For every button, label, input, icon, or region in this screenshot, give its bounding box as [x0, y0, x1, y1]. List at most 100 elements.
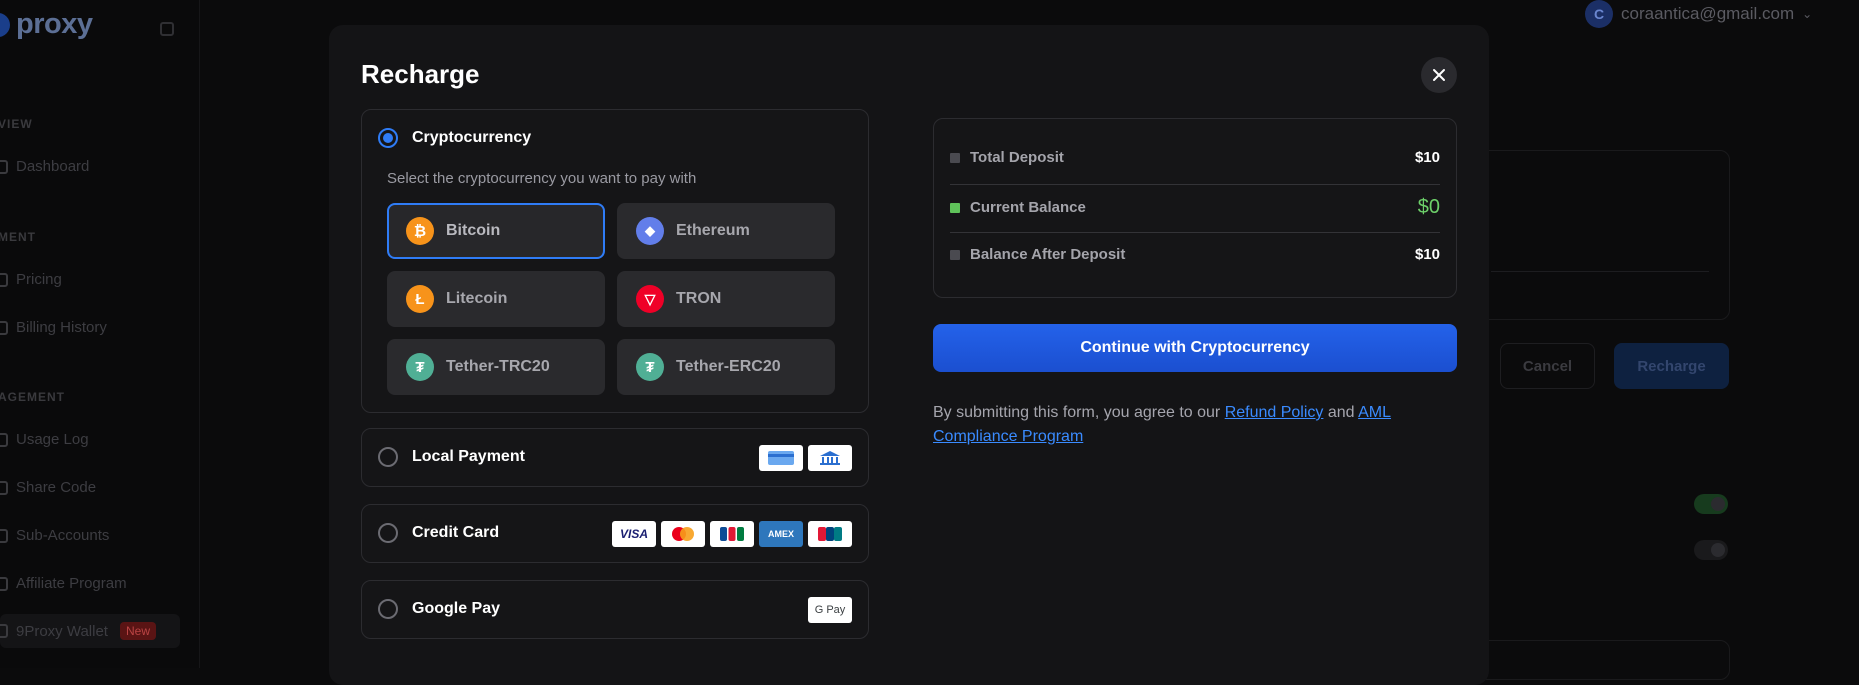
summary-row-balance-after: Balance After Deposit $10: [950, 246, 1440, 263]
total-deposit-label: Total Deposit: [970, 149, 1064, 166]
litecoin-icon: Ł: [406, 285, 434, 313]
recharge-modal: Recharge Cryptocurrency Select the crypt…: [329, 25, 1489, 685]
sidebar-section-overview: VIEW: [0, 117, 33, 131]
sidebar-item-affiliate-program[interactable]: Affiliate Program: [0, 575, 127, 592]
close-icon: [1432, 68, 1446, 82]
background-recharge-button[interactable]: Recharge: [1614, 343, 1729, 389]
card-brand-badges: VISA AMEX: [612, 521, 852, 547]
usage-log-icon: [0, 433, 8, 447]
total-deposit-value: $10: [1415, 149, 1440, 166]
mastercard-icon: [661, 521, 705, 547]
sidebar-item-label: Billing History: [16, 319, 107, 336]
divider: [950, 184, 1440, 185]
background-cancel-button[interactable]: Cancel: [1500, 343, 1595, 389]
summary-row-current-balance: Current Balance $0: [950, 196, 1440, 219]
payment-method-google-pay[interactable]: Google Pay G Pay: [361, 580, 869, 639]
wallet-icon: [0, 624, 8, 638]
local-payment-badges: [759, 445, 852, 471]
background-panel-bottom: [1470, 640, 1730, 680]
tron-icon: ▽: [636, 285, 664, 313]
coin-name: Bitcoin: [446, 222, 500, 240]
terms-and: and: [1323, 404, 1358, 421]
sidebar-item-label: 9Proxy Wallet: [16, 623, 108, 640]
logo-text: proxy: [16, 8, 92, 41]
modal-title: Recharge: [361, 59, 480, 90]
dashboard-icon: [0, 160, 8, 174]
sidebar-item-label: Dashboard: [16, 158, 89, 175]
sidebar-item-label: Pricing: [16, 271, 62, 288]
ethereum-icon: ◆: [636, 217, 664, 245]
sidebar-item-wallet[interactable]: 9Proxy Wallet New: [0, 614, 180, 648]
balance-after-label: Balance After Deposit: [970, 246, 1125, 263]
balance-after-value: $10: [1415, 246, 1440, 263]
payment-method-credit-card[interactable]: Credit Card VISA AMEX: [361, 504, 869, 563]
google-pay-badges: G Pay: [808, 597, 852, 623]
sidebar-item-label: Affiliate Program: [16, 575, 127, 592]
affiliate-icon: [0, 577, 8, 591]
crypto-label: Cryptocurrency: [412, 129, 531, 147]
sidebar: proxy VIEW Dashboard MENT Pricing Billin…: [0, 0, 200, 668]
coin-option-tether-trc20[interactable]: ₮ Tether-TRC20: [387, 339, 605, 395]
summary-row-total-deposit: Total Deposit $10: [950, 149, 1440, 166]
user-menu[interactable]: C coraantica@gmail.com ⌄: [1585, 0, 1812, 28]
logo-mark-icon: [0, 13, 10, 37]
sidebar-section-management: AGEMENT: [0, 390, 65, 404]
background-toggle-off[interactable]: [1694, 540, 1728, 560]
coin-name: TRON: [676, 290, 721, 308]
terms-text: By submitting this form, you agree to ou…: [933, 401, 1457, 449]
payment-method-crypto[interactable]: Cryptocurrency Select the cryptocurrency…: [361, 109, 869, 413]
visa-icon: VISA: [612, 521, 656, 547]
grey-square-icon: [950, 153, 960, 163]
avatar: C: [1585, 0, 1613, 28]
deposit-summary: Total Deposit $10 Current Balance $0 Bal…: [933, 118, 1457, 298]
sidebar-item-dashboard[interactable]: Dashboard: [0, 158, 89, 175]
bitcoin-icon: ₿: [406, 217, 434, 245]
green-square-icon: [950, 203, 960, 213]
credit-card-label: Credit Card: [412, 524, 499, 542]
google-pay-radio[interactable]: [378, 599, 398, 619]
coin-name: Litecoin: [446, 290, 507, 308]
unionpay-icon: [808, 521, 852, 547]
pricing-icon: [0, 273, 8, 287]
coin-name: Ethereum: [676, 222, 750, 240]
crypto-radio[interactable]: [378, 128, 398, 148]
sidebar-item-usage-log[interactable]: Usage Log: [0, 431, 89, 448]
local-payment-radio[interactable]: [378, 447, 398, 467]
coin-option-litecoin[interactable]: Ł Litecoin: [387, 271, 605, 327]
sidebar-item-billing-history[interactable]: Billing History: [0, 319, 107, 336]
current-balance-value: $0: [1418, 196, 1440, 219]
user-email: coraantica@gmail.com: [1621, 4, 1794, 24]
background-panel: [1470, 150, 1730, 320]
divider: [950, 232, 1440, 233]
continue-button[interactable]: Continue with Cryptocurrency: [933, 324, 1457, 372]
crypto-subtitle: Select the cryptocurrency you want to pa…: [387, 170, 696, 187]
chevron-down-icon: ⌄: [1802, 7, 1812, 21]
billing-icon: [0, 321, 8, 335]
coin-option-bitcoin[interactable]: ₿ Bitcoin: [387, 203, 605, 259]
payment-method-local[interactable]: Local Payment: [361, 428, 869, 487]
sidebar-item-pricing[interactable]: Pricing: [0, 271, 62, 288]
jcb-icon: [710, 521, 754, 547]
grey-square-icon: [950, 250, 960, 260]
sidebar-item-label: Share Code: [16, 479, 96, 496]
amex-icon: AMEX: [759, 521, 803, 547]
background-toggle-on[interactable]: [1694, 494, 1728, 514]
refund-policy-link[interactable]: Refund Policy: [1225, 404, 1324, 421]
tether-icon: ₮: [406, 353, 434, 381]
google-pay-label: Google Pay: [412, 600, 500, 618]
coin-option-tron[interactable]: ▽ TRON: [617, 271, 835, 327]
sub-accounts-icon: [0, 529, 8, 543]
local-payment-label: Local Payment: [412, 448, 525, 466]
credit-card-radio[interactable]: [378, 523, 398, 543]
logo: proxy: [0, 8, 92, 41]
sidebar-collapse-icon[interactable]: [160, 22, 174, 36]
coin-option-tether-erc20[interactable]: ₮ Tether-ERC20: [617, 339, 835, 395]
share-code-icon: [0, 481, 8, 495]
coin-option-ethereum[interactable]: ◆ Ethereum: [617, 203, 835, 259]
terms-prefix: By submitting this form, you agree to ou…: [933, 404, 1225, 421]
coin-grid: ₿ Bitcoin ◆ Ethereum Ł Litecoin ▽ TRON ₮…: [387, 203, 835, 395]
google-pay-icon: G Pay: [808, 597, 852, 623]
close-button[interactable]: [1421, 57, 1457, 93]
sidebar-item-share-code[interactable]: Share Code: [0, 479, 96, 496]
sidebar-item-sub-accounts[interactable]: Sub-Accounts: [0, 527, 109, 544]
